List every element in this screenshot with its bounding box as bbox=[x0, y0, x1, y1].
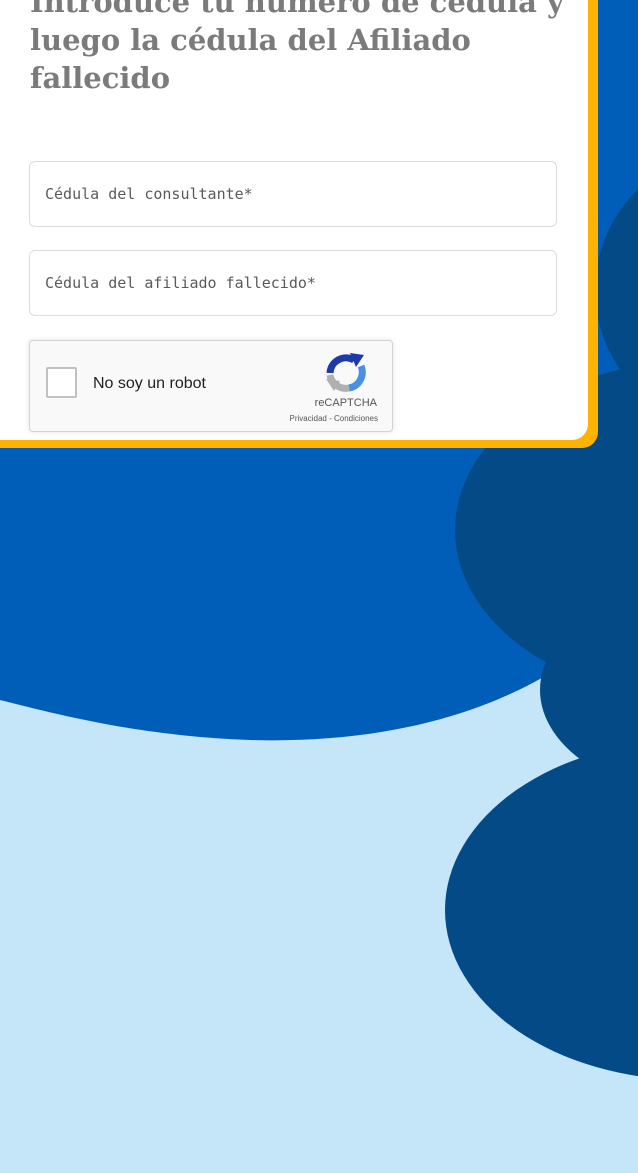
consultant-id-placeholder: Cédula del consultante* bbox=[45, 185, 253, 203]
dark-blob-shape bbox=[445, 743, 638, 1077]
recaptcha-links-separator: - bbox=[326, 414, 334, 423]
recaptcha-label: No soy un robot bbox=[93, 375, 206, 392]
form-heading-line: fallecido bbox=[30, 61, 171, 95]
recaptcha-brand: reCAPTCHA bbox=[314, 397, 377, 409]
form-heading-line: Introduce tu número de cédula y bbox=[30, 0, 564, 19]
consultant-id-field[interactable]: Cédula del consultante* bbox=[29, 161, 557, 227]
deceased-id-field[interactable]: Cédula del afiliado fallecido* bbox=[29, 250, 557, 316]
recaptcha-terms-link[interactable]: Condiciones bbox=[334, 414, 378, 423]
form-heading-line: luego la cédula del Afiliado bbox=[30, 23, 471, 57]
recaptcha-checkbox[interactable] bbox=[46, 367, 77, 398]
form-heading: Introduce tu número de cédula y luego la… bbox=[30, 0, 590, 97]
recaptcha-widget: No soy un robot reCAPTCHA Privacidad - C… bbox=[29, 340, 393, 432]
recaptcha-links: Privacidad - Condiciones bbox=[290, 414, 379, 423]
recaptcha-privacy-link[interactable]: Privacidad bbox=[290, 414, 327, 423]
recaptcha-logo-icon bbox=[326, 353, 366, 392]
deceased-id-placeholder: Cédula del afiliado fallecido* bbox=[45, 274, 316, 292]
